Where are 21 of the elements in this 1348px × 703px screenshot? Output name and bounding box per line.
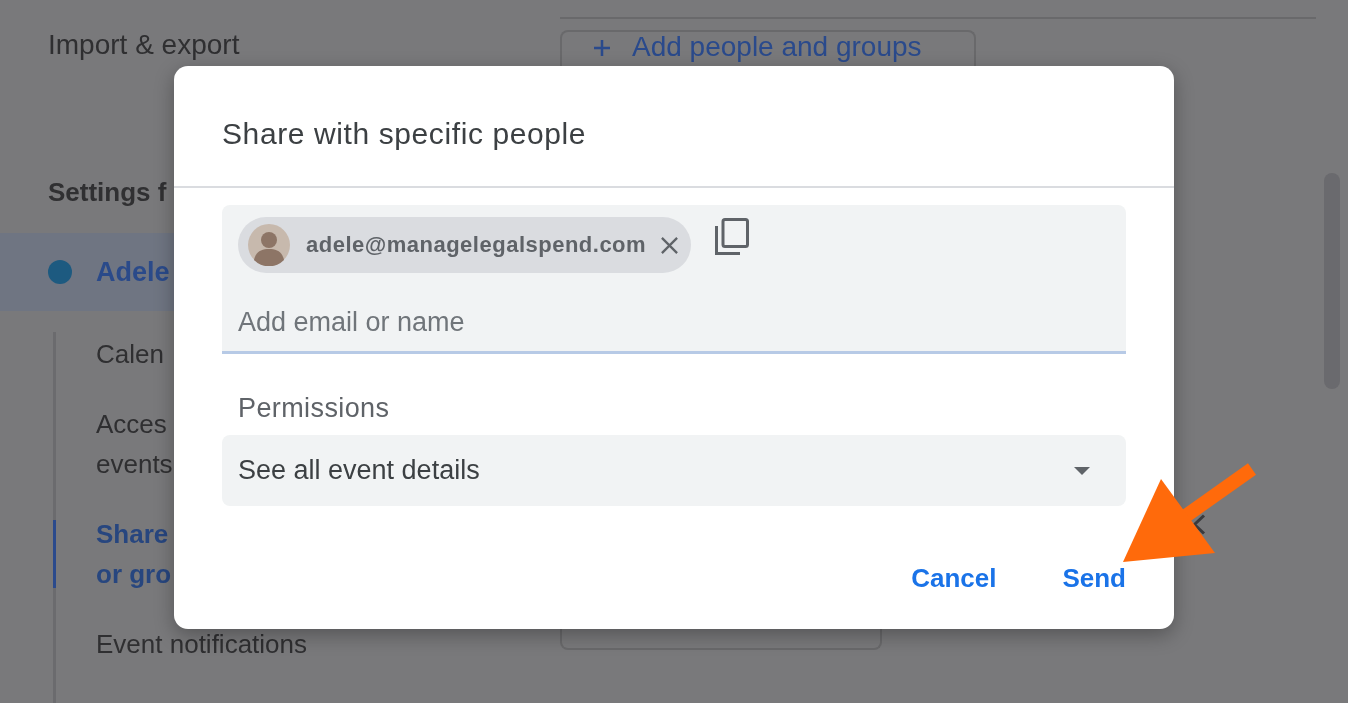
- settings-link[interactable]: Share or gro: [53, 520, 172, 588]
- calendar-name: Adele: [96, 257, 170, 287]
- settings-link[interactable]: Event notifications: [53, 630, 307, 658]
- permissions-dropdown[interactable]: See all event details: [222, 435, 1126, 506]
- close-icon[interactable]: [660, 235, 680, 255]
- permissions-label: Permissions: [238, 395, 390, 421]
- plus-icon: [594, 40, 610, 56]
- settings-link[interactable]: Import & export: [48, 30, 240, 60]
- copy-icon[interactable]: [715, 218, 750, 255]
- recipient-email: adele@managelegalspend.com: [306, 232, 647, 258]
- caret-down-icon: [1074, 466, 1090, 475]
- recipient-chip[interactable]: adele@managelegalspend.com: [238, 217, 692, 273]
- settings-link[interactable]: Acces events: [53, 410, 173, 478]
- recipients-field[interactable]: adele@managelegalspend.com Add email or name: [222, 205, 1126, 354]
- dialog-title: Share with specific people: [222, 116, 587, 152]
- avatar-icon: [248, 224, 290, 266]
- settings-link[interactable]: Calen: [53, 340, 164, 368]
- dialog-button[interactable]: Send: [1050, 554, 1138, 602]
- dialog-button[interactable]: Cancel: [899, 554, 1009, 602]
- chevron-left-icon[interactable]: [1192, 514, 1206, 535]
- section-heading: Settings f: [48, 177, 167, 207]
